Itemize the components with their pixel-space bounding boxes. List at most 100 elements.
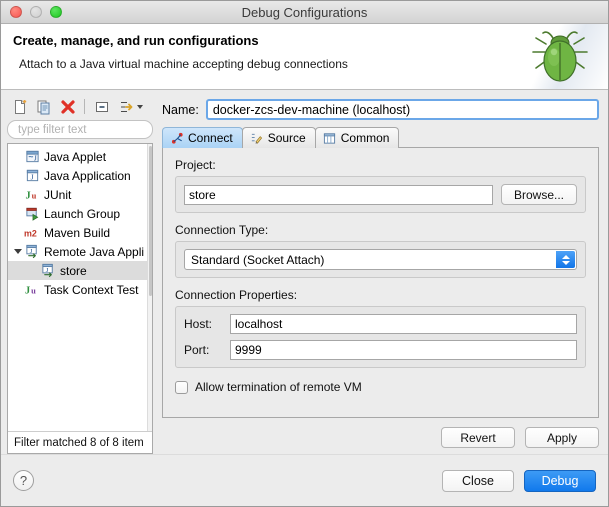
- tree-item-junit[interactable]: J u JUnit: [8, 185, 152, 204]
- combo-stepper-icon[interactable]: [556, 251, 575, 268]
- tab-label: Source: [267, 131, 306, 145]
- filter-input[interactable]: [16, 122, 144, 137]
- minimize-window-button[interactable]: [30, 6, 42, 18]
- expand-collapse-twisty[interactable]: [12, 249, 24, 254]
- tab-label: Common: [340, 131, 390, 145]
- delete-configuration-icon[interactable]: [57, 97, 78, 117]
- allow-termination-row[interactable]: Allow termination of remote VM: [175, 380, 586, 394]
- port-row: Port:: [184, 340, 577, 360]
- tree-scrollbar[interactable]: [147, 144, 152, 431]
- name-label: Name:: [162, 102, 199, 117]
- tree-item-java-application[interactable]: J Java Application: [8, 166, 152, 185]
- green-bug-icon: [532, 31, 588, 82]
- svg-text:J: J: [25, 191, 30, 202]
- configurations-pane: J Java Applet J: [7, 96, 153, 454]
- connection-properties-group: Host: Port:: [175, 306, 586, 368]
- host-input[interactable]: [230, 314, 577, 334]
- connection-type-label: Connection Type:: [175, 223, 269, 237]
- tree-item-label: JUnit: [44, 187, 72, 202]
- collapse-all-icon[interactable]: [91, 97, 112, 117]
- connection-type-value: Standard (Socket Attach): [191, 252, 325, 267]
- new-configuration-icon[interactable]: [9, 97, 30, 117]
- maven-build-icon: m2: [24, 225, 40, 241]
- connection-type-select[interactable]: Standard (Socket Attach): [184, 249, 577, 270]
- window-titlebar: Debug Configurations: [1, 1, 608, 24]
- svg-text:m2: m2: [24, 229, 37, 239]
- filter-status-text: Filter matched 8 of 8 item: [8, 431, 152, 453]
- tree-item-task-context-test[interactable]: J u Task Context Test: [8, 280, 152, 299]
- svg-text:u: u: [31, 286, 36, 296]
- source-icon: [250, 131, 264, 145]
- task-context-test-icon: J u: [24, 282, 40, 298]
- tree-item-label: Task Context Test: [44, 282, 139, 297]
- configurations-toolbar: [7, 96, 153, 120]
- tree-item-label: Remote Java Appli: [44, 244, 145, 259]
- revert-button[interactable]: Revert: [441, 427, 515, 448]
- window-title: Debug Configurations: [241, 4, 368, 20]
- project-section-label: Project:: [175, 158, 216, 172]
- window-controls: [1, 6, 62, 18]
- toolbar-separator: [84, 99, 85, 114]
- host-row: Host:: [184, 314, 577, 334]
- configurations-tree[interactable]: J Java Applet J Java Application J u JUn…: [8, 144, 152, 431]
- dialog-header: Create, manage, and run configurations A…: [1, 24, 608, 90]
- connection-type-group: Standard (Socket Attach): [175, 241, 586, 278]
- name-input[interactable]: [205, 99, 599, 120]
- svg-text:J: J: [33, 154, 36, 163]
- chevron-down-icon[interactable]: [137, 104, 143, 109]
- tree-item-store[interactable]: J store: [8, 261, 152, 280]
- allow-termination-checkbox[interactable]: [175, 380, 188, 394]
- close-button[interactable]: Close: [442, 469, 514, 492]
- apply-button[interactable]: Apply: [525, 427, 599, 448]
- tree-item-java-applet[interactable]: J Java Applet: [8, 147, 152, 166]
- filter-text-box[interactable]: [7, 120, 153, 139]
- remote-java-application-icon: J: [40, 263, 56, 279]
- remote-java-application-icon: J: [24, 244, 40, 260]
- connect-tab-panel: Project: Browse... Connection Type: Stan…: [162, 147, 599, 418]
- tab-connect[interactable]: Connect: [162, 127, 243, 148]
- port-input[interactable]: [230, 340, 577, 360]
- project-group: Browse...: [175, 176, 586, 213]
- project-input[interactable]: [184, 184, 493, 205]
- java-application-icon: J: [24, 168, 40, 184]
- dialog-footer: ? Close Debug: [1, 454, 608, 506]
- svg-text:J: J: [30, 172, 33, 181]
- tree-item-label: Launch Group: [44, 206, 121, 221]
- tree-item-label: Java Applet: [44, 149, 107, 164]
- filter-launch-configurations-icon[interactable]: [115, 97, 136, 117]
- configuration-editor-pane: Name: Connect: [159, 96, 602, 454]
- connect-icon: [170, 131, 184, 145]
- configuration-tabs: Connect Source Common: [159, 126, 602, 148]
- svg-text:J: J: [45, 267, 48, 274]
- tree-item-maven-build[interactable]: m2 Maven Build: [8, 223, 152, 242]
- tree-item-label: Maven Build: [44, 225, 111, 240]
- tree-item-label: store: [60, 263, 87, 278]
- host-label: Host:: [184, 317, 213, 331]
- tree-item-launch-group[interactable]: Launch Group: [8, 204, 152, 223]
- tab-common[interactable]: Common: [314, 127, 400, 148]
- configurations-tree-panel: J Java Applet J Java Application J u JUn…: [7, 143, 153, 454]
- duplicate-configuration-icon[interactable]: [33, 97, 54, 117]
- launch-group-icon: [24, 206, 40, 222]
- tab-label: Connect: [188, 131, 233, 145]
- port-label: Port:: [184, 343, 210, 357]
- tree-item-remote-java-application[interactable]: J Remote Java Appli: [8, 242, 152, 261]
- revert-apply-row: Revert Apply: [159, 419, 602, 454]
- svg-text:u: u: [31, 191, 36, 201]
- close-window-button[interactable]: [10, 6, 22, 18]
- zoom-window-button[interactable]: [50, 6, 62, 18]
- name-row: Name:: [159, 96, 602, 126]
- java-applet-icon: J: [24, 149, 40, 165]
- help-button[interactable]: ?: [13, 470, 34, 491]
- junit-icon: J u: [24, 187, 40, 203]
- connection-properties-label: Connection Properties:: [175, 288, 298, 302]
- tree-item-label: Java Application: [44, 168, 131, 183]
- debug-button[interactable]: Debug: [524, 469, 596, 492]
- allow-termination-label: Allow termination of remote VM: [195, 380, 362, 394]
- project-row: Browse...: [184, 184, 577, 205]
- dialog-body: J Java Applet J: [1, 90, 608, 454]
- browse-button[interactable]: Browse...: [500, 184, 577, 205]
- svg-text:J: J: [29, 248, 32, 255]
- debug-configurations-window: Debug Configurations Create, manage, and…: [0, 0, 609, 507]
- tab-source[interactable]: Source: [241, 127, 316, 148]
